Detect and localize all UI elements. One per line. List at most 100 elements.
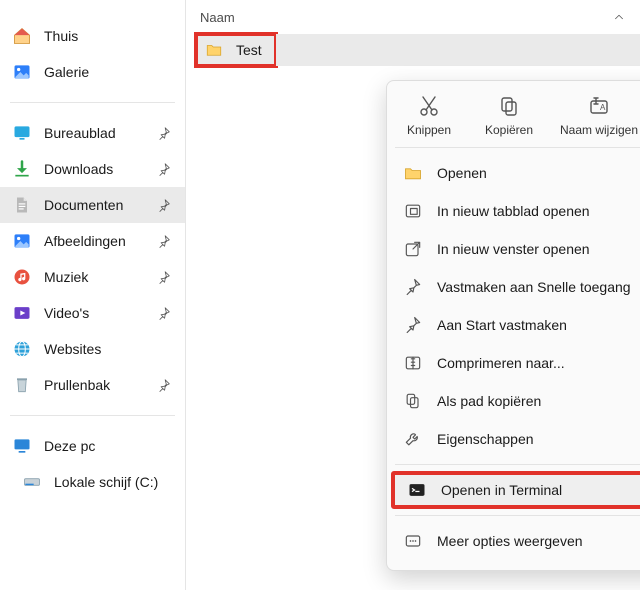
gallery-icon	[12, 62, 32, 82]
row-selection-bg	[276, 34, 640, 66]
sidebar-item-label: Documenten	[44, 197, 145, 213]
sidebar-item-websites[interactable]: Websites	[0, 331, 185, 367]
sidebar-item-documents[interactable]: Documenten	[0, 187, 185, 223]
ctx-open-newwindow[interactable]: In nieuw venster openen	[387, 230, 640, 268]
rename-icon: A	[586, 93, 612, 119]
ctx-label: Eigenschappen	[437, 431, 640, 447]
ctx-more-options[interactable]: Meer opties weergeven	[387, 522, 640, 560]
recycle-icon	[12, 375, 32, 395]
sidebar-item-label: Lokale schijf (C:)	[54, 474, 173, 490]
folder-icon	[204, 40, 224, 60]
folder-open-icon	[403, 163, 423, 183]
column-header[interactable]: Naam	[186, 0, 640, 34]
context-menu: Knippen Kopiëren A Naam wijzigen Verwijd…	[386, 80, 640, 571]
pin-icon	[403, 277, 423, 297]
more-icon	[403, 531, 423, 551]
documents-icon	[12, 195, 32, 215]
context-menu-toolbar: Knippen Kopiëren A Naam wijzigen Verwijd…	[387, 89, 640, 141]
separator	[395, 464, 640, 465]
pin-icon	[157, 198, 173, 212]
terminal-icon	[407, 480, 427, 500]
ctx-properties[interactable]: Eigenschappen Alt+Enter	[387, 420, 640, 458]
ctx-copy-path[interactable]: Als pad kopiëren Ctrl+Shift+C	[387, 382, 640, 420]
sidebar-item-music[interactable]: Muziek	[0, 259, 185, 295]
divider	[10, 415, 175, 416]
sidebar-item-label: Afbeeldingen	[44, 233, 145, 249]
newwindow-icon	[403, 239, 423, 259]
sidebar-item-home[interactable]: Thuis	[0, 18, 185, 54]
sidebar-item-label: Deze pc	[44, 438, 173, 454]
sidebar-item-label: Video's	[44, 305, 145, 321]
pin-icon	[157, 234, 173, 248]
sidebar-item-label: Websites	[44, 341, 173, 357]
ctx-label: Als pad kopiëren	[437, 393, 640, 409]
ctx-label: In nieuw tabblad openen	[437, 203, 640, 219]
column-name-label: Naam	[200, 10, 612, 25]
sidebar-item-label: Downloads	[44, 161, 145, 177]
ctx-compress[interactable]: Comprimeren naar...	[387, 344, 640, 382]
folder-test-highlight[interactable]: Test	[196, 34, 276, 66]
ctx-pin-quickaccess[interactable]: Vastmaken aan Snelle toegang	[387, 268, 640, 306]
sidebar-item-gallery[interactable]: Galerie	[0, 54, 185, 90]
ctx-label: Openen	[437, 165, 640, 181]
chevron-up-icon	[612, 10, 626, 24]
desktop-icon	[12, 123, 32, 143]
main-area: Naam Test Knippen Kopiëren	[186, 0, 640, 590]
ctx-label: Vastmaken aan Snelle toegang	[437, 279, 640, 295]
sidebar-item-videos[interactable]: Video's	[0, 295, 185, 331]
pin-start-icon	[403, 315, 423, 335]
ctx-label: Meer opties weergeven	[437, 533, 640, 549]
wrench-icon	[403, 429, 423, 449]
sidebar-item-label: Bureaublad	[44, 125, 145, 141]
folder-row[interactable]: Test	[186, 34, 640, 66]
ctx-top-label: Naam wijzigen	[560, 123, 638, 137]
copy-icon	[496, 93, 522, 119]
download-icon	[12, 159, 32, 179]
sidebar-item-desktop[interactable]: Bureaublad	[0, 115, 185, 151]
pin-icon	[157, 306, 173, 320]
ctx-top-label: Knippen	[407, 123, 451, 137]
globe-icon	[12, 339, 32, 359]
pin-icon	[157, 162, 173, 176]
ctx-label: Comprimeren naar...	[437, 355, 640, 371]
zip-icon	[403, 353, 423, 373]
ctx-copy[interactable]: Kopiëren	[469, 93, 549, 137]
home-icon	[12, 26, 32, 46]
pin-icon	[157, 378, 173, 392]
svg-text:A: A	[600, 103, 606, 112]
sidebar: Thuis Galerie Bureaublad Downloads	[0, 0, 186, 590]
folder-name: Test	[236, 42, 262, 58]
ctx-pin-start[interactable]: Aan Start vastmaken	[387, 306, 640, 344]
separator	[395, 515, 640, 516]
ctx-open-terminal[interactable]: Openen in Terminal	[391, 471, 640, 509]
ctx-top-label: Kopiëren	[485, 123, 533, 137]
sidebar-item-label: Prullenbak	[44, 377, 145, 393]
sidebar-item-label: Muziek	[44, 269, 145, 285]
sidebar-item-pictures[interactable]: Afbeeldingen	[0, 223, 185, 259]
divider	[10, 102, 175, 103]
sidebar-item-downloads[interactable]: Downloads	[0, 151, 185, 187]
sidebar-item-label: Galerie	[44, 64, 173, 80]
ctx-label: In nieuw venster openen	[437, 241, 640, 257]
videos-icon	[12, 303, 32, 323]
ctx-cut[interactable]: Knippen	[389, 93, 469, 137]
separator	[395, 147, 640, 148]
ctx-label: Openen in Terminal	[441, 482, 640, 498]
pictures-icon	[12, 231, 32, 251]
ctx-open[interactable]: Openen Enter	[387, 154, 640, 192]
pc-icon	[12, 436, 32, 456]
cut-icon	[416, 93, 442, 119]
copypath-icon	[403, 391, 423, 411]
sidebar-item-recycle[interactable]: Prullenbak	[0, 367, 185, 403]
newtab-icon	[403, 201, 423, 221]
pin-icon	[157, 270, 173, 284]
pin-icon	[157, 126, 173, 140]
drive-icon	[22, 472, 42, 492]
music-icon	[12, 267, 32, 287]
ctx-open-newtab[interactable]: In nieuw tabblad openen	[387, 192, 640, 230]
ctx-label: Aan Start vastmaken	[437, 317, 640, 333]
sidebar-item-drive-c[interactable]: Lokale schijf (C:)	[0, 464, 185, 500]
ctx-rename[interactable]: A Naam wijzigen	[549, 93, 640, 137]
sidebar-item-thispc[interactable]: Deze pc	[0, 428, 185, 464]
sidebar-item-label: Thuis	[44, 28, 173, 44]
